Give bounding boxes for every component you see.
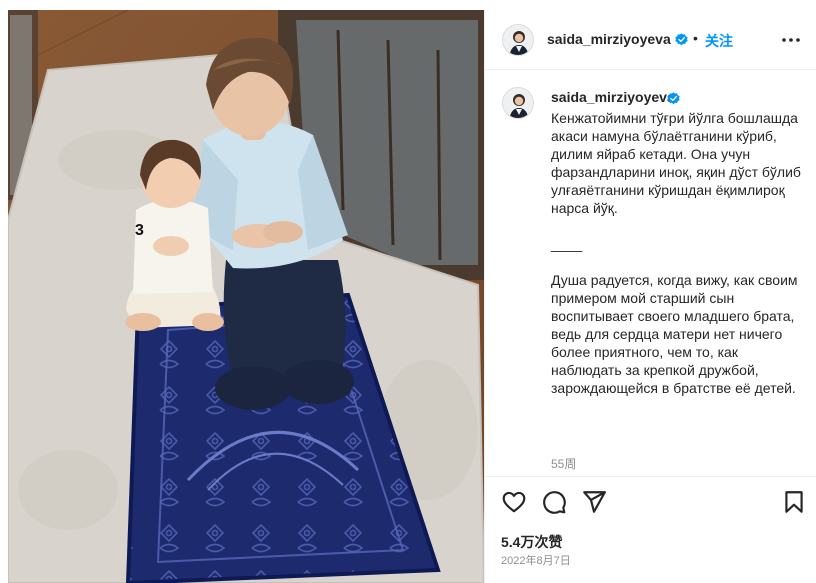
- heart-icon[interactable]: [501, 489, 527, 515]
- author-username[interactable]: saida_mirziyoyeva: [547, 31, 671, 47]
- post-time-ago[interactable]: 55周: [551, 455, 576, 472]
- author-avatar[interactable]: [502, 24, 534, 56]
- caption-author-username[interactable]: saida_mirziyoyeva: [551, 89, 675, 105]
- post-actions: 5.4万次赞 2022年8月7日: [485, 476, 816, 583]
- more-horizontal-icon[interactable]: [781, 34, 801, 46]
- post-photo[interactable]: 3: [8, 10, 484, 583]
- caption-author-avatar[interactable]: [502, 87, 534, 119]
- likes-count[interactable]: 5.4万次赞: [501, 532, 562, 552]
- jersey-number: 3: [135, 222, 144, 239]
- header-separator: •: [693, 30, 698, 46]
- verified-badge-icon: [675, 33, 688, 46]
- post-date: 2022年8月7日: [501, 555, 571, 567]
- caption-text: Кенжатойимни тўғри йўлга бошлашда акаси …: [551, 110, 801, 396]
- post-header: saida_mirziyoyeva • 关注: [485, 10, 816, 70]
- profile-avatar-icon: [503, 88, 533, 118]
- follow-button[interactable]: 关注: [705, 31, 733, 51]
- post-details-panel: saida_mirziyoyeva • 关注 saida_mirziyoyeva…: [484, 10, 816, 583]
- paper-plane-icon[interactable]: [581, 489, 607, 515]
- verified-badge-icon: [667, 92, 680, 105]
- profile-avatar-icon: [503, 25, 533, 55]
- post-image: 3: [8, 10, 484, 583]
- instagram-post: 3 saida_mirziyoyeva • 关注 saida_mirziyoye…: [0, 0, 816, 583]
- caption-section: saida_mirziyoyeva Кенжатойимни тўғри йўл…: [485, 71, 816, 476]
- bookmark-icon[interactable]: [781, 489, 807, 515]
- comment-icon[interactable]: [541, 489, 567, 515]
